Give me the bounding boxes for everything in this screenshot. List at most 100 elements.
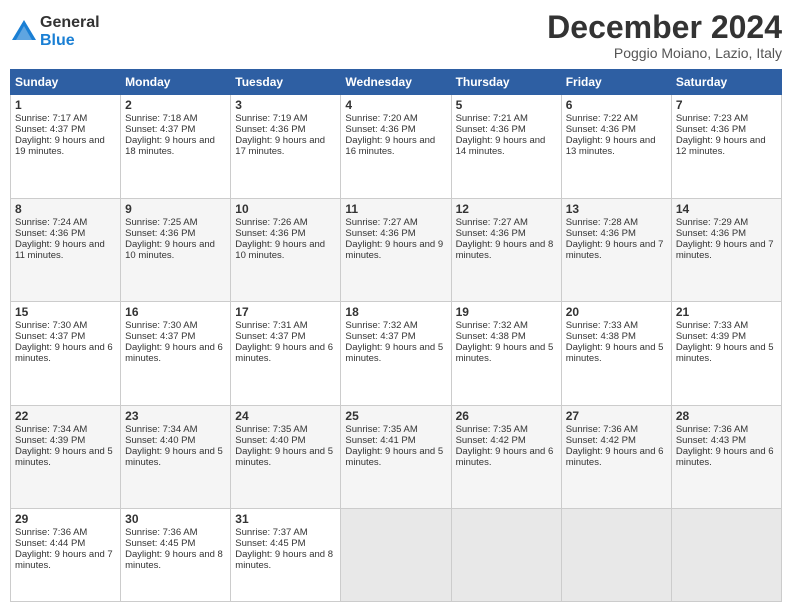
sunset-label: Sunset: 4:43 PM [676, 435, 746, 446]
day-number: 20 [566, 305, 667, 319]
daylight-label: Daylight: 9 hours and 8 minutes. [235, 549, 333, 571]
col-wednesday: Wednesday [341, 70, 451, 95]
daylight-label: Daylight: 9 hours and 7 minutes. [566, 239, 664, 261]
table-row [341, 509, 451, 602]
table-row: 10 Sunrise: 7:26 AM Sunset: 4:36 PM Dayl… [231, 198, 341, 301]
day-number: 8 [15, 202, 116, 216]
sunrise-label: Sunrise: 7:20 AM [345, 113, 417, 124]
day-number: 30 [125, 512, 226, 526]
daylight-label: Daylight: 9 hours and 7 minutes. [15, 549, 113, 571]
table-row [451, 509, 561, 602]
day-number: 28 [676, 409, 777, 423]
table-row: 15 Sunrise: 7:30 AM Sunset: 4:37 PM Dayl… [11, 302, 121, 405]
table-row: 14 Sunrise: 7:29 AM Sunset: 4:36 PM Dayl… [671, 198, 781, 301]
daylight-label: Daylight: 9 hours and 11 minutes. [15, 239, 105, 261]
logo-general: General [40, 14, 100, 32]
day-number: 12 [456, 202, 557, 216]
sunrise-label: Sunrise: 7:34 AM [125, 424, 197, 435]
sunset-label: Sunset: 4:36 PM [566, 228, 636, 239]
day-number: 26 [456, 409, 557, 423]
table-row: 8 Sunrise: 7:24 AM Sunset: 4:36 PM Dayli… [11, 198, 121, 301]
table-row: 7 Sunrise: 7:23 AM Sunset: 4:36 PM Dayli… [671, 95, 781, 198]
table-row: 17 Sunrise: 7:31 AM Sunset: 4:37 PM Dayl… [231, 302, 341, 405]
table-row: 16 Sunrise: 7:30 AM Sunset: 4:37 PM Dayl… [121, 302, 231, 405]
day-number: 3 [235, 98, 336, 112]
day-number: 2 [125, 98, 226, 112]
sunrise-label: Sunrise: 7:35 AM [345, 424, 417, 435]
table-row: 26 Sunrise: 7:35 AM Sunset: 4:42 PM Dayl… [451, 405, 561, 508]
table-row: 18 Sunrise: 7:32 AM Sunset: 4:37 PM Dayl… [341, 302, 451, 405]
sunset-label: Sunset: 4:36 PM [345, 228, 415, 239]
day-number: 18 [345, 305, 446, 319]
month-title: December 2024 [547, 10, 782, 45]
sunrise-label: Sunrise: 7:21 AM [456, 113, 528, 124]
calendar-row: 15 Sunrise: 7:30 AM Sunset: 4:37 PM Dayl… [11, 302, 782, 405]
header: General Blue December 2024 Poggio Moiano… [10, 10, 782, 61]
sunset-label: Sunset: 4:36 PM [235, 228, 305, 239]
day-number: 22 [15, 409, 116, 423]
logo: General Blue [10, 14, 100, 49]
sunrise-label: Sunrise: 7:24 AM [15, 217, 87, 228]
sunset-label: Sunset: 4:40 PM [235, 435, 305, 446]
sunset-label: Sunset: 4:37 PM [345, 331, 415, 342]
sunset-label: Sunset: 4:36 PM [345, 124, 415, 135]
sunrise-label: Sunrise: 7:17 AM [15, 113, 87, 124]
daylight-label: Daylight: 9 hours and 5 minutes. [345, 446, 443, 468]
logo-icon [10, 18, 38, 46]
daylight-label: Daylight: 9 hours and 7 minutes. [676, 239, 774, 261]
logo-blue: Blue [40, 32, 100, 50]
calendar-row: 22 Sunrise: 7:34 AM Sunset: 4:39 PM Dayl… [11, 405, 782, 508]
calendar-row: 8 Sunrise: 7:24 AM Sunset: 4:36 PM Dayli… [11, 198, 782, 301]
sunset-label: Sunset: 4:36 PM [676, 228, 746, 239]
col-saturday: Saturday [671, 70, 781, 95]
daylight-label: Daylight: 9 hours and 8 minutes. [456, 239, 554, 261]
table-row: 22 Sunrise: 7:34 AM Sunset: 4:39 PM Dayl… [11, 405, 121, 508]
daylight-label: Daylight: 9 hours and 6 minutes. [566, 446, 664, 468]
daylight-label: Daylight: 9 hours and 10 minutes. [235, 239, 325, 261]
table-row [561, 509, 671, 602]
sunset-label: Sunset: 4:40 PM [125, 435, 195, 446]
sunset-label: Sunset: 4:36 PM [235, 124, 305, 135]
calendar: Sunday Monday Tuesday Wednesday Thursday… [10, 69, 782, 602]
day-number: 15 [15, 305, 116, 319]
daylight-label: Daylight: 9 hours and 5 minutes. [456, 342, 554, 364]
sunset-label: Sunset: 4:37 PM [235, 331, 305, 342]
daylight-label: Daylight: 9 hours and 6 minutes. [235, 342, 333, 364]
sunset-label: Sunset: 4:37 PM [125, 331, 195, 342]
table-row: 21 Sunrise: 7:33 AM Sunset: 4:39 PM Dayl… [671, 302, 781, 405]
sunrise-label: Sunrise: 7:29 AM [676, 217, 748, 228]
table-row: 5 Sunrise: 7:21 AM Sunset: 4:36 PM Dayli… [451, 95, 561, 198]
daylight-label: Daylight: 9 hours and 16 minutes. [345, 135, 435, 157]
calendar-row: 29 Sunrise: 7:36 AM Sunset: 4:44 PM Dayl… [11, 509, 782, 602]
table-row: 12 Sunrise: 7:27 AM Sunset: 4:36 PM Dayl… [451, 198, 561, 301]
sunrise-label: Sunrise: 7:28 AM [566, 217, 638, 228]
day-number: 17 [235, 305, 336, 319]
table-row: 29 Sunrise: 7:36 AM Sunset: 4:44 PM Dayl… [11, 509, 121, 602]
day-number: 27 [566, 409, 667, 423]
day-number: 16 [125, 305, 226, 319]
col-thursday: Thursday [451, 70, 561, 95]
col-tuesday: Tuesday [231, 70, 341, 95]
sunrise-label: Sunrise: 7:26 AM [235, 217, 307, 228]
calendar-row: 1 Sunrise: 7:17 AM Sunset: 4:37 PM Dayli… [11, 95, 782, 198]
table-row: 28 Sunrise: 7:36 AM Sunset: 4:43 PM Dayl… [671, 405, 781, 508]
sunset-label: Sunset: 4:42 PM [456, 435, 526, 446]
daylight-label: Daylight: 9 hours and 6 minutes. [456, 446, 554, 468]
sunset-label: Sunset: 4:37 PM [125, 124, 195, 135]
table-row: 23 Sunrise: 7:34 AM Sunset: 4:40 PM Dayl… [121, 405, 231, 508]
sunrise-label: Sunrise: 7:32 AM [456, 320, 528, 331]
daylight-label: Daylight: 9 hours and 5 minutes. [15, 446, 113, 468]
calendar-header-row: Sunday Monday Tuesday Wednesday Thursday… [11, 70, 782, 95]
day-number: 9 [125, 202, 226, 216]
sunrise-label: Sunrise: 7:30 AM [15, 320, 87, 331]
sunrise-label: Sunrise: 7:36 AM [15, 527, 87, 538]
sunrise-label: Sunrise: 7:37 AM [235, 527, 307, 538]
daylight-label: Daylight: 9 hours and 6 minutes. [676, 446, 774, 468]
table-row [671, 509, 781, 602]
page: General Blue December 2024 Poggio Moiano… [0, 0, 792, 612]
day-number: 6 [566, 98, 667, 112]
daylight-label: Daylight: 9 hours and 13 minutes. [566, 135, 656, 157]
sunset-label: Sunset: 4:36 PM [456, 228, 526, 239]
sunrise-label: Sunrise: 7:23 AM [676, 113, 748, 124]
sunset-label: Sunset: 4:37 PM [15, 124, 85, 135]
